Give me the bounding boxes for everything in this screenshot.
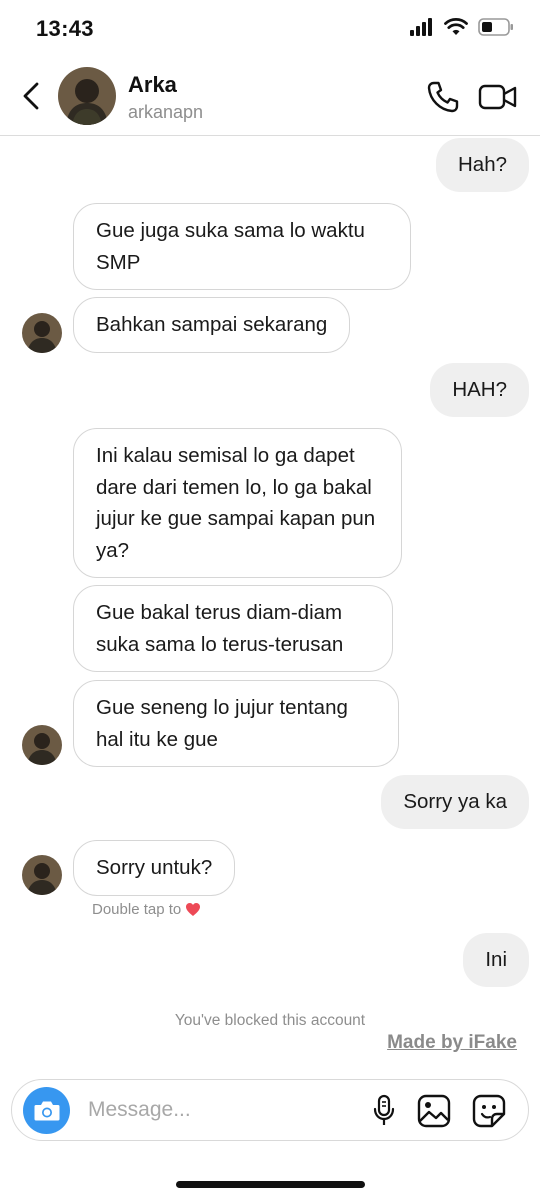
message-bubble-outgoing[interactable]: HAH? bbox=[430, 363, 529, 417]
phone-icon bbox=[427, 81, 459, 113]
message-bubble-incoming[interactable]: Gue seneng lo jujur tentang hal itu ke g… bbox=[73, 680, 399, 767]
double-tap-hint: Double tap to bbox=[92, 901, 201, 918]
voice-message-button[interactable] bbox=[367, 1093, 401, 1129]
signal-icon bbox=[410, 18, 432, 36]
profile-photo bbox=[22, 725, 62, 765]
call-button[interactable] bbox=[424, 78, 462, 116]
sticker-button[interactable] bbox=[471, 1093, 507, 1129]
sender-avatar[interactable] bbox=[22, 313, 62, 353]
heart-icon bbox=[186, 903, 201, 916]
camera-icon bbox=[34, 1101, 59, 1120]
video-camera-icon bbox=[478, 84, 517, 110]
status-icons bbox=[410, 18, 514, 36]
battery-icon bbox=[478, 18, 513, 36]
chat-header: Arka arkanapn bbox=[0, 58, 540, 136]
profile-photo bbox=[22, 313, 62, 353]
status-time: 13:43 bbox=[36, 16, 94, 41]
gallery-button[interactable] bbox=[416, 1093, 452, 1129]
sticker-icon bbox=[472, 1094, 506, 1128]
microphone-icon bbox=[373, 1094, 395, 1125]
avatar[interactable] bbox=[58, 67, 116, 125]
profile-photo bbox=[22, 855, 62, 895]
sender-avatar[interactable] bbox=[22, 855, 62, 895]
contact-username[interactable]: arkanapn bbox=[128, 102, 203, 123]
image-icon bbox=[417, 1094, 451, 1128]
message-bubble-incoming[interactable]: Bahkan sampai sekarang bbox=[73, 297, 351, 353]
message-bubble-outgoing[interactable]: Sorry ya ka bbox=[381, 775, 529, 829]
message-input[interactable] bbox=[88, 1092, 338, 1128]
camera-button[interactable] bbox=[23, 1087, 70, 1134]
message-bubble-outgoing[interactable]: Hah? bbox=[435, 138, 529, 192]
sender-avatar[interactable] bbox=[22, 725, 62, 765]
double-tap-hint-text: Double tap to bbox=[92, 901, 182, 918]
home-indicator[interactable] bbox=[176, 1181, 365, 1188]
wifi-icon bbox=[444, 18, 468, 35]
video-call-button[interactable] bbox=[476, 78, 520, 116]
message-bubble-incoming[interactable]: Ini kalau semisal lo ga dapet dare dari … bbox=[73, 428, 402, 578]
chevron-left-icon bbox=[23, 82, 39, 110]
status-bar: 13:43 bbox=[0, 0, 540, 58]
watermark-link[interactable]: Made by iFake bbox=[387, 1032, 517, 1054]
profile-photo bbox=[58, 67, 116, 125]
message-bubble-incoming[interactable]: Sorry untuk? bbox=[73, 840, 236, 896]
message-bubble-incoming[interactable]: Gue bakal terus diam-diam suka sama lo t… bbox=[73, 585, 393, 672]
message-bubble-outgoing[interactable]: Ini bbox=[463, 933, 529, 987]
contact-name[interactable]: Arka bbox=[128, 72, 177, 98]
back-button[interactable] bbox=[14, 78, 48, 114]
message-composer bbox=[11, 1079, 529, 1141]
message-bubble-incoming[interactable]: Gue juga suka sama lo waktu SMP bbox=[73, 203, 411, 290]
blocked-notice: You've blocked this account bbox=[174, 1012, 366, 1029]
